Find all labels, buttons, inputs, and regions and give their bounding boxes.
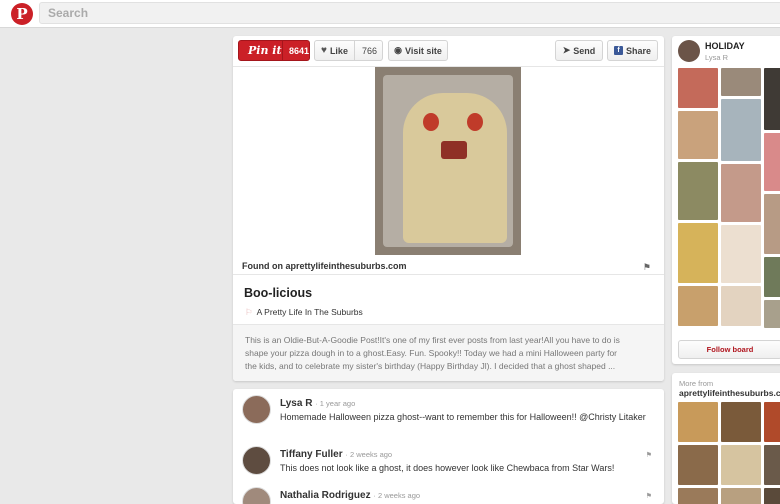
more-from-label: More from [679,379,714,388]
pin-title: Boo-licious [244,286,313,300]
more-thumb[interactable] [764,445,780,485]
pinterest-logo-icon[interactable]: P [11,3,33,25]
visit-site-button[interactable]: ◉ Visit site [388,40,448,61]
board-thumb[interactable] [721,286,761,326]
comment-header: Lysa R · 1 year ago [280,398,356,409]
board-thumb[interactable] [678,68,718,108]
board-thumb[interactable] [721,68,761,96]
pizza-eye-right [467,113,483,131]
search-placeholder: Search [48,6,89,20]
avatar[interactable] [242,395,271,424]
search-input[interactable]: Search [39,2,780,24]
board-user[interactable]: Lysa R [705,53,728,62]
more-thumb[interactable] [721,445,761,485]
pin-it-label: Pin it [248,44,282,57]
send-label: Send [573,45,596,56]
avatar[interactable] [242,487,271,504]
board-thumb[interactable] [764,194,780,254]
board-thumb[interactable] [678,223,718,283]
board-thumb[interactable] [678,162,718,220]
pin-card: Pin it 8641 ♥ Like 766 ◉ Visit site ➤ Se… [233,36,664,381]
share-label: Share [625,45,651,56]
comment-author[interactable]: Lysa R [280,398,312,409]
heart-icon: ♥ [321,45,327,56]
pin-description: This is an Oldie-But-A-Goodie Post!It's … [245,335,620,371]
board-thumb[interactable] [764,300,780,328]
pizza-eye-left [423,113,439,131]
board-thumbnails[interactable] [678,68,780,333]
flag-icon[interactable]: ⚑ [646,451,652,459]
board-thumb[interactable] [721,164,761,222]
avatar[interactable] [242,446,271,475]
ghost-pizza [403,93,507,243]
board-thumb[interactable] [764,257,780,297]
found-on-link[interactable]: Found on aprettylifeinthesuburbs.com [242,261,407,271]
comment-time: 2 weeks ago [349,450,393,459]
comment-time: 2 weeks ago [377,491,421,500]
board-card: HOLIDAY Lysa R Follow board [672,36,780,364]
share-button[interactable]: f Share [607,40,658,61]
comment-author[interactable]: Nathalia Rodriguez [280,490,371,501]
like-label: Like [329,45,348,56]
board-pin-icon: ⚐ [245,307,253,317]
board-thumb[interactable] [721,99,761,161]
more-thumb[interactable] [764,488,780,504]
comment-time: 1 year ago [319,399,356,408]
more-thumb[interactable] [721,488,761,504]
like-button[interactable]: ♥ Like 766 [314,40,383,61]
top-bar: P Search [0,0,780,28]
follow-board-button[interactable]: Follow board [678,340,780,359]
visit-site-label: Visit site [405,45,442,56]
more-thumb[interactable] [678,488,718,504]
board-thumb[interactable] [721,225,761,283]
more-thumb[interactable] [678,402,718,442]
more-thumb[interactable] [721,402,761,442]
send-icon: ➤ [562,45,571,55]
more-from-source[interactable]: aprettylifeinthesuburbs.com [679,388,780,398]
globe-icon: ◉ [394,45,402,55]
comment-header: Tiffany Fuller · 2 weeks ago [280,449,393,460]
more-thumb[interactable] [678,445,718,485]
comment-text: This does not look like a ghost, it does… [280,463,615,473]
comments-card: Lysa R · 1 year ago Homemade Halloween p… [233,389,664,504]
more-from-card: More from aprettylifeinthesuburbs.com [672,373,780,504]
pin-toolbar: Pin it 8641 ♥ Like 766 ◉ Visit site ➤ Se… [233,36,664,67]
flag-icon[interactable]: ⚑ [646,492,652,500]
board-name: A Pretty Life In The Suburbs [256,307,363,317]
board-title[interactable]: HOLIDAY [705,41,745,51]
pizza-mouth [441,141,467,159]
more-thumb[interactable] [764,402,780,442]
board-thumb[interactable] [678,111,718,159]
board-thumb[interactable] [764,68,780,130]
comment-text: Homemade Halloween pizza ghost--want to … [280,412,646,422]
flag-icon[interactable]: ⚑ [643,262,651,273]
comment-author[interactable]: Tiffany Fuller [280,449,343,460]
send-button[interactable]: ➤ Send [555,40,603,61]
pin-count: 8641 [281,41,309,60]
facebook-icon: f [613,46,623,55]
divider [233,274,664,275]
pin-image[interactable] [375,67,521,255]
board-link[interactable]: ⚐ A Pretty Life In The Suburbs [245,307,363,318]
board-thumb[interactable] [764,133,780,191]
board-thumb[interactable] [678,286,718,326]
pin-it-button[interactable]: Pin it 8641 [238,40,310,61]
board-avatar[interactable] [678,40,700,62]
like-count: 766 [361,45,377,56]
comment-header: Nathalia Rodriguez · 2 weeks ago [280,490,421,501]
baking-tray [383,75,513,247]
